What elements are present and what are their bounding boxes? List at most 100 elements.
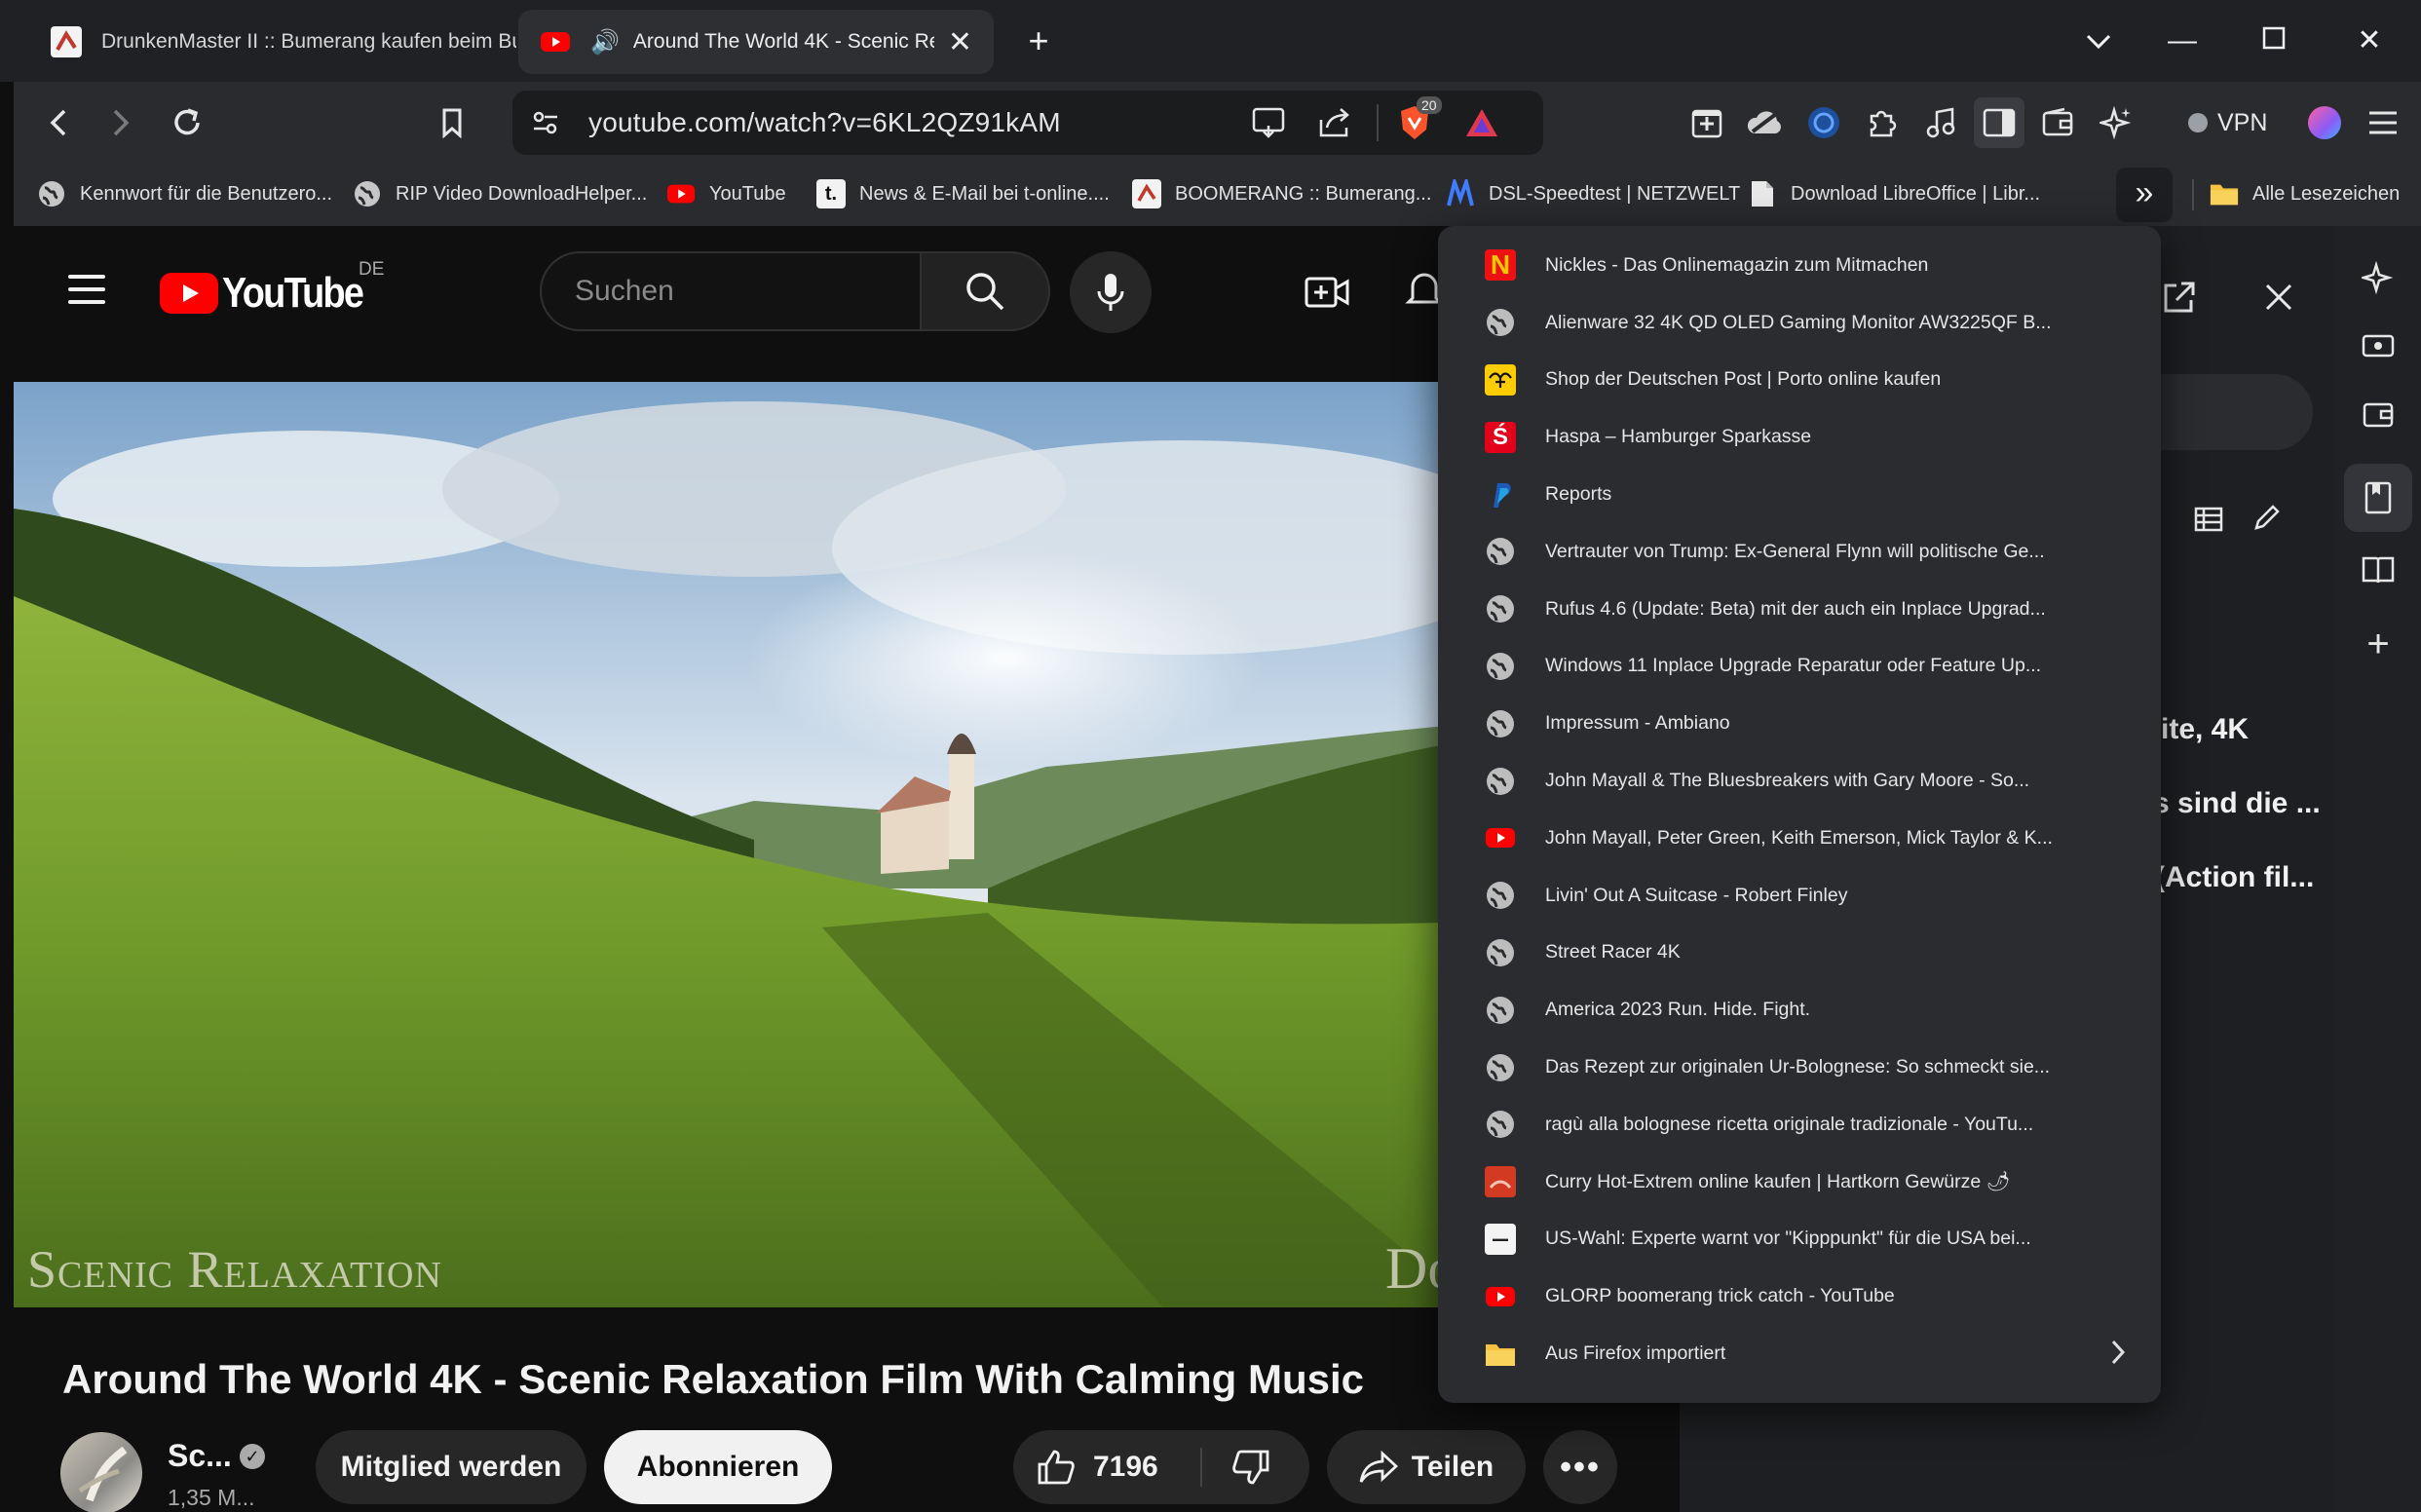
subscribe-button[interactable]: Abonnieren [604, 1430, 832, 1504]
panel-item-text[interactable]: ite, 4K [2161, 713, 2249, 746]
search-input[interactable]: Suchen [540, 251, 920, 331]
more-actions-button[interactable]: ••• [1543, 1430, 1617, 1504]
wallet-icon[interactable] [2344, 380, 2412, 448]
menu-item-label: US-Wahl: Experte warnt vor "Kipppunkt" f… [1545, 1228, 2031, 1250]
youtube-logo[interactable]: YouTube [160, 269, 386, 318]
reading-list-icon[interactable] [2344, 536, 2412, 604]
bookmark-item[interactable]: YouTube [666, 179, 786, 208]
bookmark-item[interactable]: Download LibreOffice | Libr... [1748, 179, 2040, 208]
dislike-button[interactable] [1231, 1449, 1270, 1493]
wallet-icon[interactable] [2032, 97, 2083, 148]
sidebar-toggle-icon[interactable] [1974, 97, 2024, 148]
divider [1200, 1448, 1202, 1487]
extension-plus-icon[interactable] [1682, 97, 1732, 148]
vpn-button[interactable]: VPN [2175, 97, 2281, 148]
back-button[interactable] [33, 97, 84, 148]
menu-item[interactable]: Livin' Out A Suitcase - Robert Finley [1438, 867, 2161, 925]
tab-title: DrunkenMaster II :: Bumerang kaufen beim… [101, 30, 516, 53]
video-player[interactable]: Scenic Relaxation Do [14, 382, 1670, 1307]
maximize-button[interactable] [2245, 18, 2303, 64]
speaker-icon[interactable]: 🔊 [590, 28, 620, 57]
menu-item-label: Nickles - Das Onlinemagazin zum Mitmache… [1545, 253, 1929, 276]
address-bar[interactable]: youtube.com/watch?v=6KL2QZ91kAM 20 [512, 91, 1543, 155]
brave-rewards-icon[interactable] [1463, 106, 1500, 144]
bookmark-item[interactable]: Kennwort für die Benutzero... [37, 179, 332, 208]
bookmark-item[interactable]: t. News & E-Mail bei t-online.... [816, 179, 1110, 208]
leo-ai-icon[interactable] [2344, 244, 2412, 312]
bookmark-item[interactable]: BOOMERANG :: Bumerang... [1132, 179, 1431, 208]
close-tab-icon[interactable]: ✕ [934, 25, 972, 59]
thumb-down-icon [1232, 1450, 1269, 1485]
close-window-button[interactable]: ✕ [2340, 18, 2399, 64]
site-settings-icon[interactable] [530, 107, 561, 143]
cast-icon[interactable] [1251, 106, 1288, 144]
bookmarks-overflow-button[interactable]: » [2116, 168, 2173, 222]
list-view-icon[interactable] [2194, 507, 2223, 537]
menu-item-label: Rufus 4.6 (Update: Beta) mit der auch ei… [1545, 597, 2046, 620]
add-panel-icon[interactable]: + [2344, 610, 2412, 678]
menu-item[interactable]: Ś Haspa – Hamburger Sparkasse [1438, 408, 2161, 466]
tab-youtube-active[interactable]: 🔊 Around The World 4K - Scenic Relaxat ✕ [518, 10, 994, 74]
extensions-puzzle-icon[interactable] [1857, 97, 1908, 148]
panel-item-text[interactable]: s sind die ... [2153, 787, 2321, 820]
menu-item[interactable]: Windows 11 Inplace Upgrade Reparatur ode… [1438, 638, 2161, 696]
menu-item[interactable]: John Mayall, Peter Green, Keith Emerson,… [1438, 810, 2161, 867]
bookmark-item[interactable]: RIP Video DownloadHelper... [353, 179, 647, 208]
bookmark-item[interactable]: DSL-Speedtest | NETZWELT [1446, 179, 1740, 208]
bookmark-page-button[interactable] [427, 97, 477, 148]
menu-item[interactable]: Das Rezept zur originalen Ur-Bolognese: … [1438, 1039, 2161, 1096]
search-button[interactable] [920, 251, 1050, 331]
tab-drunkenmaster[interactable]: DrunkenMaster II :: Bumerang kaufen beim… [29, 10, 516, 74]
menu-item[interactable]: America 2023 Run. Hide. Fight. [1438, 981, 2161, 1039]
voice-search-button[interactable] [1070, 251, 1152, 333]
menu-item[interactable]: N Nickles - Das Onlinemagazin zum Mitmac… [1438, 237, 2161, 294]
brave-talk-icon[interactable] [2344, 312, 2412, 380]
minimize-button[interactable]: — [2153, 18, 2212, 64]
menu-item-label: John Mayall & The Bluesbreakers with Gar… [1545, 770, 2030, 792]
video-title: Around The World 4K - Scenic Relaxation … [62, 1356, 1364, 1402]
forward-button[interactable] [95, 97, 146, 148]
shields-badge: 20 [1417, 96, 1442, 114]
main-menu-icon[interactable] [2358, 97, 2408, 148]
edit-pencil-icon[interactable] [2252, 503, 2282, 537]
menu-item[interactable]: Rufus 4.6 (Update: Beta) mit der auch ei… [1438, 581, 2161, 638]
bookmark-label: DSL-Speedtest | NETZWELT [1489, 182, 1741, 205]
menu-item[interactable]: Vertrauter von Trump: Ex-General Flynn w… [1438, 523, 2161, 581]
youtube-icon [666, 179, 696, 208]
join-button[interactable]: Mitglied werden [316, 1430, 586, 1504]
open-in-tab-icon[interactable] [2161, 281, 2196, 321]
share-icon[interactable] [1317, 106, 1352, 144]
panel-search-field[interactable] [2147, 374, 2313, 450]
channel-avatar[interactable] [60, 1432, 142, 1512]
youtube-play-icon [160, 273, 218, 314]
like-button[interactable]: 7196 [1037, 1449, 1158, 1486]
menu-item[interactable]: Street Racer 4K [1438, 925, 2161, 982]
share-button[interactable]: Teilen [1327, 1430, 1526, 1504]
all-bookmarks-button[interactable]: Alle Lesezeichen [2210, 179, 2400, 208]
channel-name[interactable]: Sc... [168, 1438, 232, 1474]
panel-item-text[interactable]: (Action fil... [2155, 861, 2314, 894]
reload-button[interactable] [162, 97, 212, 148]
weather-extension-icon[interactable] [1740, 97, 1791, 148]
tab-search-chevron-icon[interactable] [2069, 18, 2128, 64]
create-button[interactable] [1302, 267, 1352, 318]
bookmarks-panel-icon[interactable] [2344, 464, 2412, 532]
menu-item[interactable]: ▬▬ US-Wahl: Experte warnt vor "Kipppunkt… [1438, 1211, 2161, 1268]
new-tab-button[interactable]: + [1009, 18, 1068, 64]
blue-circle-extension-icon[interactable] [1798, 97, 1849, 148]
youtube-page: YouTube DE Suchen Scenic Relaxation Do A… [14, 226, 1670, 1512]
profile-avatar[interactable] [2299, 97, 2350, 148]
leo-ai-icon[interactable] [2091, 97, 2141, 148]
guide-menu-icon[interactable] [68, 275, 105, 313]
menu-item[interactable]: ragù alla bolognese ricetta originale tr… [1438, 1096, 2161, 1153]
menu-item[interactable]: Impressum - Ambiano [1438, 695, 2161, 752]
menu-item[interactable]: GLORP boomerang trick catch - YouTube [1438, 1267, 2161, 1325]
menu-item-folder[interactable]: Aus Firefox importiert [1438, 1325, 2161, 1382]
menu-item[interactable]: John Mayall & The Bluesbreakers with Gar… [1438, 752, 2161, 810]
menu-item[interactable]: Shop der Deutschen Post | Porto online k… [1438, 352, 2161, 409]
menu-item[interactable]: Curry Hot-Extrem online kaufen | Hartkor… [1438, 1153, 2161, 1211]
menu-item[interactable]: Alienware 32 4K QD OLED Gaming Monitor A… [1438, 294, 2161, 352]
close-panel-icon[interactable] [2264, 283, 2293, 317]
media-music-icon[interactable] [1915, 97, 1966, 148]
menu-item[interactable]: Reports [1438, 466, 2161, 523]
